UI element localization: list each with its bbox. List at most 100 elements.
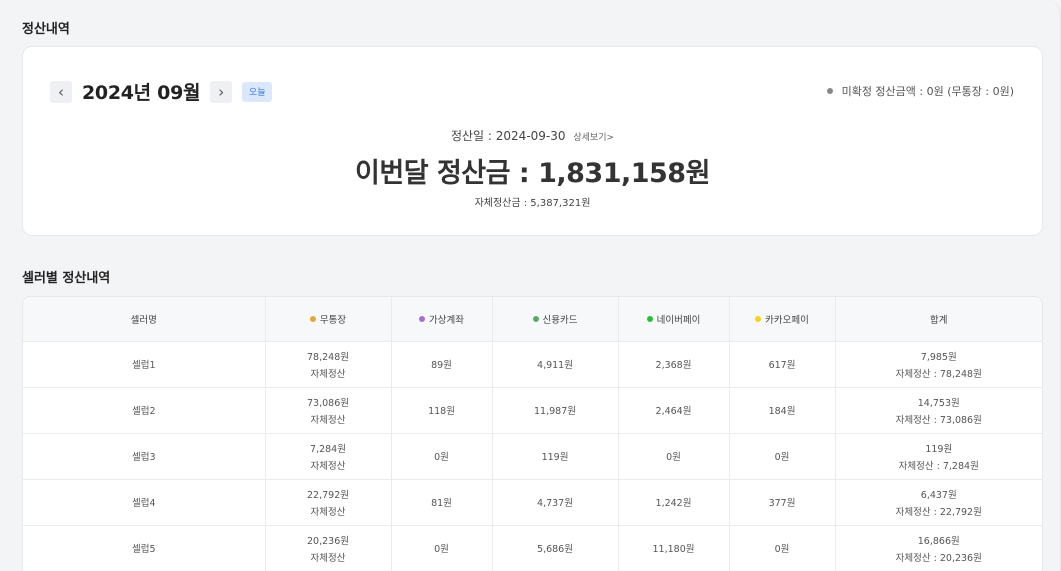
- card-cell: 4,737원: [492, 479, 619, 526]
- seller-cell: 셀럽1: [23, 341, 266, 388]
- bank-amount: 73,086원: [307, 397, 349, 409]
- naver-cell: 1,242원: [618, 479, 730, 526]
- bank-cell: 78,248원자체정산: [265, 341, 392, 388]
- total-sub: 자체정산 : 22,792원: [895, 506, 982, 518]
- header-bank-label: 무통장: [319, 314, 347, 326]
- header-kakao-label: 카카오페이: [765, 314, 809, 326]
- header-naver-label: 네이버페이: [656, 314, 701, 326]
- naver-cell: 0원: [618, 433, 730, 480]
- settlement-date-label: 정산일 :: [450, 129, 492, 143]
- amount-value: 1,831,158원: [538, 158, 710, 189]
- table-row: 셀럽1 78,248원자체정산 89원 4,911원 2,368원 617원 7…: [23, 341, 1042, 388]
- kakao-dot-icon: [755, 316, 762, 323]
- total-cell: 119원자체정산 : 7,284원: [835, 433, 1042, 480]
- total-sub: 자체정산 : 20,236원: [895, 552, 982, 564]
- bank-amount: 22,792원: [307, 489, 349, 501]
- settlement-date: 정산일 : 2024-09-30 상세보기>: [23, 127, 1042, 144]
- virtual-cell: 81원: [391, 479, 493, 526]
- naver-cell: 2,464원: [618, 387, 730, 434]
- header-card-label: 신용카드: [542, 314, 578, 326]
- naver-cell: 11,180원: [618, 525, 730, 571]
- bank-sub: 자체정산: [310, 368, 346, 380]
- seller-section-title: 셀러별 정산내역: [22, 271, 111, 286]
- virtual-cell: 0원: [391, 525, 493, 571]
- pending-amount-text: 미확정 정산금액 : 0원 (무통장 : 0원): [841, 85, 1014, 98]
- bank-sub: 자체정산: [310, 552, 346, 564]
- kakao-cell: 0원: [729, 433, 836, 480]
- header-kakao: 카카오페이: [729, 297, 836, 342]
- header-seller: 셀러명: [23, 297, 266, 342]
- table-row: 셀럽4 22,792원자체정산 81원 4,737원 1,242원 377원 6…: [23, 479, 1042, 526]
- bank-amount: 78,248원: [307, 351, 349, 363]
- kakao-cell: 184원: [729, 387, 836, 434]
- virtual-cell: 89원: [391, 341, 493, 388]
- bank-cell: 73,086원자체정산: [265, 387, 392, 434]
- table-row: 셀럽2 73,086원 자체정산 118원 11,987원 2,464원 184원…: [23, 387, 1042, 434]
- bank-sub: 자체정산: [310, 460, 346, 472]
- total-amount: 7,985원: [920, 351, 957, 363]
- chevron-right-icon: ›: [218, 82, 225, 101]
- pending-dot-icon: [826, 88, 833, 94]
- seller-cell: 셀럽5: [23, 525, 266, 571]
- settlement-page: 정산내역 ‹ 2024년 09월 › 오늘 미확정 정산금액 : 0원 (무통장…: [0, 0, 1061, 571]
- pending-amount: 미확정 정산금액 : 0원 (무통장 : 0원): [826, 83, 1014, 99]
- header-total: 합계: [835, 297, 1042, 342]
- self-settlement-amount: 자체정산금 : 5,387,321원: [474, 198, 591, 209]
- bank-cell: 20,236원 자체정산: [265, 525, 392, 571]
- total-amount: 119원: [925, 443, 953, 455]
- total-sub: 자체정산 : 73,086원: [895, 414, 982, 426]
- current-month: 2024년 09월: [82, 82, 201, 104]
- card-cell: 11,987원: [492, 387, 619, 434]
- header-virtual: 가상계좌: [391, 297, 493, 342]
- card-cell: 4,911원: [492, 341, 619, 388]
- table-header-row: 셀러명 무통장 가상계좌 신용카드 네이버페이 카카오페이 합계: [23, 297, 1042, 342]
- bank-dot-icon: [309, 316, 316, 323]
- total-sub: 자체정산 : 7,284원: [898, 460, 979, 472]
- total-cell: 16,866원자체정산 : 20,236원: [835, 525, 1042, 571]
- page-title: 정산내역: [22, 22, 70, 37]
- header-seller-label: 셀러명: [130, 314, 157, 326]
- seller-cell: 셀럽4: [23, 479, 266, 526]
- virtual-account-dot-icon: [419, 316, 426, 323]
- card-cell: 5,686원: [492, 525, 619, 571]
- header-total-label: 합계: [930, 314, 948, 326]
- total-cell: 6,437원자체정산 : 22,792원: [835, 479, 1042, 526]
- total-amount: 6,437원: [920, 489, 957, 501]
- table-row: 셀럽5 20,236원 자체정산 0원 5,686원 11,180원 0원 16,…: [23, 525, 1042, 571]
- bank-sub: 자체정산: [310, 506, 346, 518]
- amount-label: 이번달 정산금 :: [355, 158, 530, 189]
- settlement-date-value: 2024-09-30: [495, 129, 566, 143]
- bank-sub: 자체정산: [310, 414, 346, 426]
- header-naver: 네이버페이: [618, 297, 730, 342]
- card-dot-icon: [532, 316, 539, 323]
- header-bank: 무통장: [265, 297, 392, 342]
- total-cell: 7,985원자체정산 : 78,248원: [835, 341, 1042, 388]
- bank-amount: 7,284원: [310, 443, 346, 455]
- kakao-cell: 0원: [729, 525, 836, 571]
- naver-cell: 2,368원: [618, 341, 730, 388]
- seller-cell: 셀럽2: [23, 387, 266, 434]
- bank-cell: 7,284원자체정산: [265, 433, 392, 480]
- month-navigator: ‹ 2024년 09월 › 오늘: [50, 78, 273, 105]
- detail-link[interactable]: 상세보기>: [573, 133, 614, 143]
- naver-dot-icon: [646, 316, 653, 323]
- header-virtual-label: 가상계좌: [429, 314, 464, 326]
- kakao-cell: 617원: [729, 341, 836, 388]
- today-button[interactable]: 오늘: [242, 81, 273, 102]
- monthly-settlement-amount: 이번달 정산금 : 1,831,158원: [23, 151, 1042, 190]
- header-card: 신용카드: [492, 297, 619, 342]
- total-cell: 14,753원자체정산 : 73,086원: [835, 387, 1042, 434]
- prev-month-button[interactable]: ‹: [50, 80, 72, 103]
- summary-card: ‹ 2024년 09월 › 오늘 미확정 정산금액 : 0원 (무통장 : 0원…: [22, 46, 1043, 236]
- chevron-left-icon: ‹: [58, 82, 64, 101]
- seller-settlement-table: 셀러명 무통장 가상계좌 신용카드 네이버페이 카카오페이 합계 셀럽1 78,…: [22, 296, 1043, 571]
- table-row: 셀럽3 7,284원 자체정산 0원 119원 0원 0원 119원 자체정산 : …: [23, 433, 1042, 480]
- total-amount: 16,866원: [917, 535, 960, 547]
- card-cell: 119원: [492, 433, 619, 480]
- virtual-cell: 0원: [391, 433, 493, 480]
- kakao-cell: 377원: [729, 479, 836, 526]
- total-sub: 자체정산 : 78,248원: [895, 368, 982, 380]
- next-month-button[interactable]: ›: [210, 80, 233, 103]
- bank-cell: 22,792원자체정산: [265, 479, 392, 526]
- total-amount: 14,753원: [917, 397, 960, 409]
